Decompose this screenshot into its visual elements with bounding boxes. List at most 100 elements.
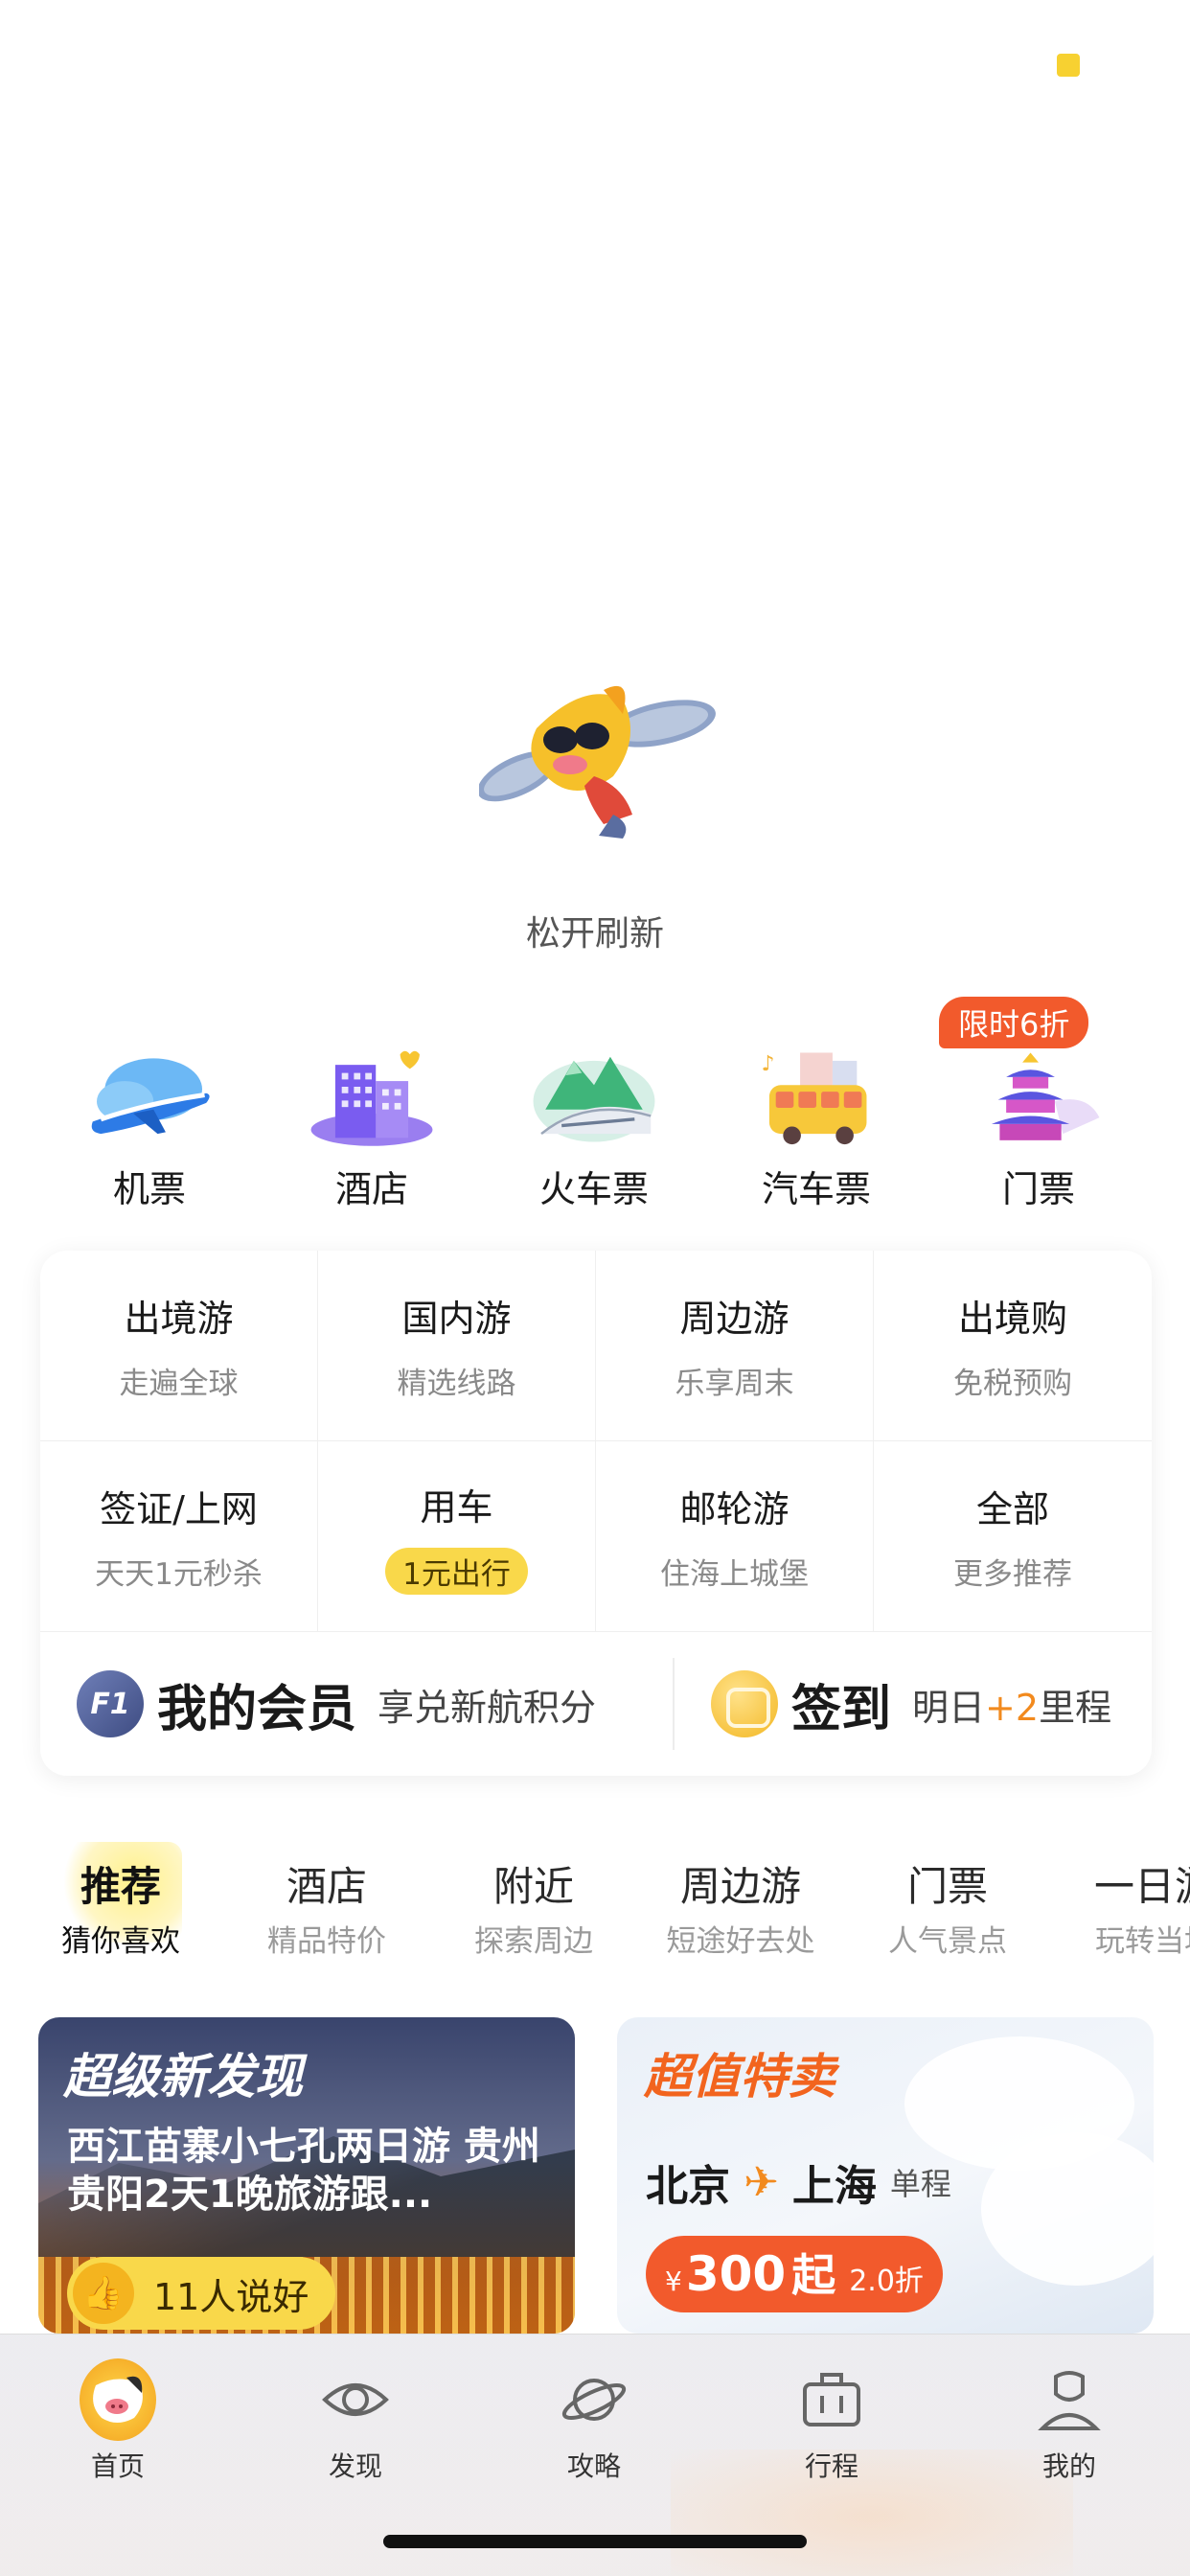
likes-count: 11人说好 [153,2275,309,2318]
service-promo-pill: 1元出行 [385,1548,528,1595]
service-subtitle: 住海上城堡 [660,1557,809,1592]
tab-title: 附近 [492,1863,574,1910]
nav-label: 首页 [90,2450,145,2482]
service-outbound-tour[interactable]: 出境游 走遍全球 [40,1251,318,1441]
tab-subtitle: 猜你喜欢 [61,1924,180,1959]
card-title: 超值特卖 [644,2049,835,2104]
tab-day-tour[interactable]: 一日游 玩转当地 [1059,1854,1190,1960]
service-nearby-tour[interactable]: 周边游 乐享周末 [596,1251,874,1441]
service-subtitle: 更多推荐 [953,1557,1072,1592]
category-hotel[interactable]: 酒店 [261,1001,483,1212]
price-suffix: 起 [791,2249,836,2301]
tab-tickets[interactable]: 门票 人气景点 [852,1854,1043,1960]
service-title: 签证/上网 [100,1488,258,1530]
trip-type: 单程 [889,2166,951,2202]
tab-subtitle: 探索周边 [474,1924,593,1959]
eye-icon [322,2383,389,2416]
service-subtitle: 免税预购 [953,1367,1072,1401]
bus-icon: ♪ [761,1052,867,1145]
checkin-entry[interactable]: 签到 明日+2里程 [675,1668,1152,1740]
discovery-card[interactable]: 超级新发现 西江苗寨小七孔两日游 贵州贵阳2天1晚旅游跟... 👍 11人说好 [38,2017,575,2334]
service-grid: 出境游 走遍全球 国内游 精选线路 周边游 乐享周末 出境购 免税预购 签证/上… [40,1251,1152,1632]
category-bus[interactable]: ♪ 汽车票 [705,1001,927,1212]
service-title: 全部 [975,1488,1049,1530]
service-all[interactable]: 全部 更多推荐 [874,1441,1152,1632]
airplane-icon [91,1058,210,1135]
home-indicator [383,2535,807,2548]
temple-icon [991,1052,1100,1140]
member-desc: 享兑新航积分 [378,1686,597,1729]
origin-city: 北京 [646,2162,730,2211]
tab-nearby-tour[interactable]: 周边游 短途好去处 [645,1854,836,1960]
svg-text:♪: ♪ [761,1052,774,1076]
tab-title: 门票 [906,1863,988,1910]
cloud-decoration [981,2132,1154,2286]
checkin-reward: 明日+2里程 [912,1678,1111,1731]
card-description: 西江苗寨小七孔两日游 贵州贵阳2天1晚旅游跟... [67,2125,540,2217]
tab-nearby[interactable]: 附近 探索周边 [438,1854,629,1960]
price-pill: ¥ 300 起 2.0折 [646,2236,943,2312]
service-cruise[interactable]: 邮轮游 住海上城堡 [596,1441,874,1632]
nav-guides[interactable]: 攻略 [498,2361,690,2484]
member-title: 我的会员 [157,1680,357,1738]
checkin-prefix: 明日 [912,1686,986,1729]
checkin-title: 签到 [791,1680,892,1738]
service-subtitle: 精选线路 [397,1367,516,1401]
tab-title: 周边游 [679,1863,801,1910]
checkin-suffix: 里程 [1039,1686,1112,1729]
service-duty-free[interactable]: 出境购 免税预购 [874,1251,1152,1441]
member-badge-icon: F1 [77,1670,144,1737]
service-car[interactable]: 用车 1元出行 [318,1441,596,1632]
service-title: 出境游 [124,1298,234,1340]
nav-label: 发现 [328,2450,382,2482]
service-title: 周边游 [679,1298,790,1340]
service-title: 国内游 [401,1298,512,1340]
flight-route: 北京 ✈ 上海 单程 [646,2151,951,2213]
service-title: 出境购 [957,1298,1067,1340]
tab-subtitle: 短途好去处 [666,1924,815,1959]
discount-label: 2.0折 [849,2265,924,2298]
likes-pill: 👍 11人说好 [67,2257,335,2330]
category-label: 门票 [1001,1168,1075,1210]
category-label: 机票 [112,1168,186,1210]
category-label: 火车票 [538,1168,649,1210]
mascot-pig-icon [479,685,716,839]
train-icon [533,1056,655,1142]
nav-home[interactable]: 首页 [22,2358,214,2484]
member-row: F1 我的会员 享兑新航积分 签到 明日+2里程 [40,1632,1152,1776]
thumbs-up-icon: 👍 [73,2263,134,2324]
nav-label: 我的 [1041,2450,1096,2482]
service-visa-wifi[interactable]: 签证/上网 天天1元秒杀 [40,1441,318,1632]
category-label: 汽车票 [761,1168,871,1210]
tab-hotel[interactable]: 酒店 精品特价 [231,1854,423,1960]
price-amount: 300 [685,2246,787,2302]
tab-recommend[interactable]: 推荐 猜你喜欢 [25,1854,217,1960]
membership-entry[interactable]: F1 我的会员 享兑新航积分 [40,1668,673,1740]
promo-badge: 限时6折 [939,997,1089,1048]
tab-title: 一日游 [1093,1863,1190,1910]
suitcase-icon [803,2373,860,2426]
service-subtitle: 乐享周末 [675,1367,794,1401]
service-subtitle: 天天1元秒杀 [95,1557,263,1592]
nav-itinerary[interactable]: 行程 [736,2361,927,2484]
tab-subtitle: 人气景点 [888,1924,1007,1959]
feed-tabs: 推荐 猜你喜欢 酒店 精品特价 附近 探索周边 周边游 短途好去处 门票 人气景… [0,1854,1190,1969]
tab-subtitle: 精品特价 [267,1924,386,1959]
nav-profile[interactable]: 我的 [973,2361,1165,2484]
nav-discover[interactable]: 发现 [260,2361,451,2484]
tab-subtitle: 玩转当地 [1095,1924,1190,1959]
deal-card[interactable]: 超值特卖 北京 ✈ 上海 单程 ¥ 300 起 2.0折 [617,2017,1154,2334]
service-title: 邮轮游 [679,1488,790,1530]
category-label: 酒店 [334,1168,408,1210]
checkin-bonus: +2 [985,1686,1040,1729]
tab-title: 推荐 [80,1863,161,1910]
profile-icon [1038,2371,1101,2430]
nav-label: 攻略 [566,2450,621,2482]
service-grid-card: 出境游 走遍全球 国内游 精选线路 周边游 乐享周末 出境购 免税预购 签证/上… [40,1251,1152,1776]
category-train[interactable]: 火车票 [483,1001,705,1212]
destination-city: 上海 [791,2162,877,2211]
category-flights[interactable]: 机票 [38,1001,261,1212]
pull-refresh-hint: 松开刷新 [525,914,664,954]
pig-face-icon [93,2376,143,2423]
service-domestic-tour[interactable]: 国内游 精选线路 [318,1251,596,1441]
